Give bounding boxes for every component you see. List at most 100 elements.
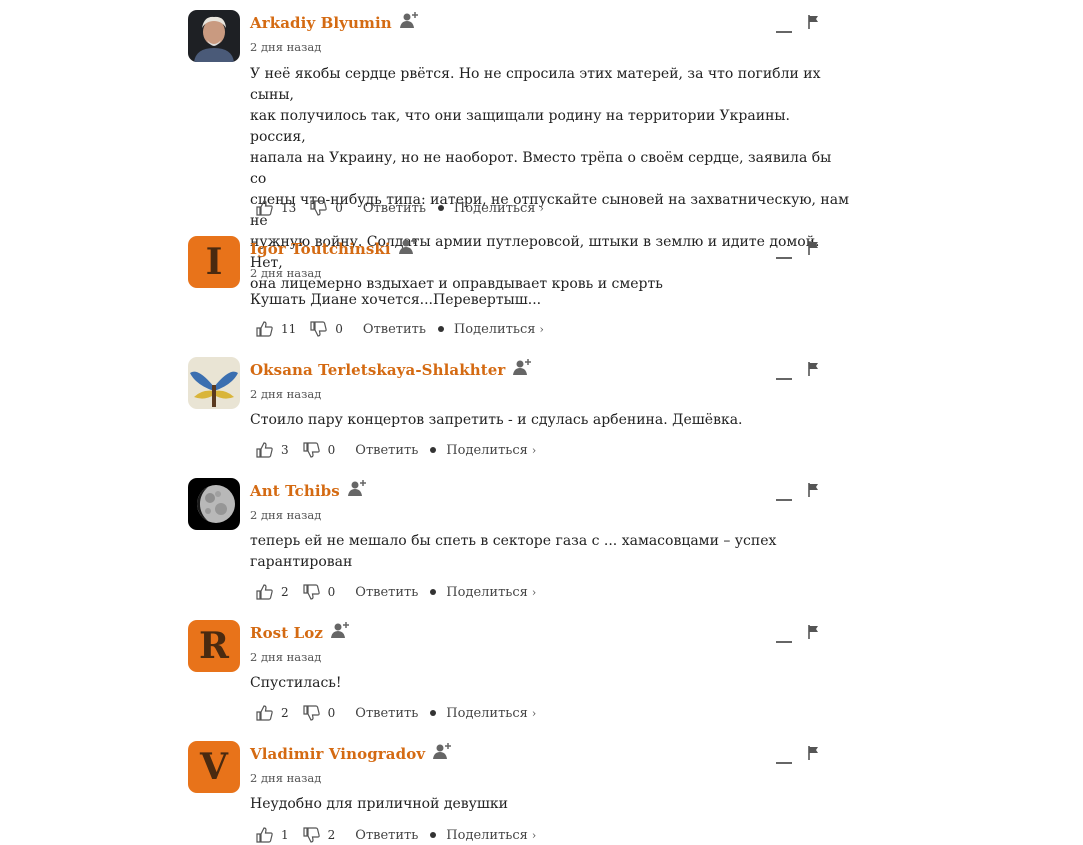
- author-name[interactable]: Vladimir Vinogradov: [250, 745, 425, 763]
- dislike-count: 0: [335, 201, 343, 215]
- author-name[interactable]: Ant Tchibs: [250, 482, 340, 500]
- share-button[interactable]: Поделиться: [446, 706, 528, 721]
- separator-dot: [430, 447, 437, 453]
- reply-button[interactable]: Ответить: [355, 828, 418, 843]
- like-count: 11: [281, 322, 297, 336]
- separator-dot: [430, 710, 437, 716]
- add-user-icon[interactable]: [433, 742, 453, 760]
- flag-icon[interactable]: [808, 241, 820, 255]
- comment-text: У неё якобы сердце рвётся. Но не спросил…: [250, 66, 849, 292]
- thumbs-down-icon[interactable]: [303, 441, 321, 459]
- dislike-count: 0: [327, 706, 336, 720]
- thumbs-up-icon[interactable]: [256, 320, 274, 338]
- reply-button[interactable]: Ответить: [363, 322, 426, 337]
- chevron-right-icon: ›: [531, 828, 537, 842]
- flag-icon[interactable]: [808, 483, 820, 497]
- minus-icon: [776, 378, 792, 380]
- reply-button[interactable]: Ответить: [355, 706, 418, 721]
- comment-actions: 13 0 Ответить Поделиться ›: [256, 198, 544, 218]
- add-user-icon[interactable]: [330, 621, 351, 639]
- author-name[interactable]: Igor Toutchinski: [250, 240, 391, 258]
- collapse-button[interactable]: [772, 22, 796, 42]
- dislike-count: 0: [327, 585, 336, 599]
- like-count: 2: [281, 706, 289, 720]
- avatar[interactable]: R: [188, 620, 240, 672]
- flag-icon[interactable]: [808, 362, 820, 376]
- avatar-photo-wings: [188, 357, 240, 409]
- collapse-button[interactable]: [772, 753, 796, 773]
- collapse-button[interactable]: [772, 369, 796, 389]
- add-user-icon[interactable]: [347, 479, 368, 497]
- comment-date: 2 дня назад: [250, 771, 322, 785]
- comment-date: 2 дня назад: [250, 266, 322, 280]
- share-button[interactable]: Поделиться: [446, 443, 528, 458]
- separator-dot: [437, 326, 444, 332]
- collapse-button[interactable]: [772, 490, 796, 510]
- flag-icon[interactable]: [808, 15, 820, 29]
- like-count: 3: [281, 443, 289, 457]
- comment-text: Спустилась!: [250, 675, 342, 691]
- flag-icon[interactable]: [808, 746, 820, 760]
- thumbs-up-icon[interactable]: [256, 704, 274, 722]
- chevron-right-icon: ›: [531, 585, 537, 599]
- reply-button[interactable]: Ответить: [355, 443, 418, 458]
- comment-date: 2 дня назад: [250, 508, 322, 522]
- avatar-photo-moon: [188, 478, 240, 530]
- minus-icon: [776, 31, 792, 33]
- comment-date: 2 дня назад: [250, 40, 322, 54]
- chevron-right-icon: ›: [539, 322, 544, 336]
- share-button[interactable]: Поделиться: [454, 322, 536, 337]
- thumbs-up-icon[interactable]: [256, 441, 274, 459]
- minus-icon: [776, 499, 792, 501]
- comment-text: Неудобно для приличной девушки: [250, 796, 508, 812]
- avatar-photo-man: [188, 10, 240, 62]
- avatar[interactable]: [188, 10, 240, 62]
- dislike-count: 0: [327, 443, 336, 457]
- comment-actions: 2 0 Ответить Поделиться ›: [256, 582, 536, 602]
- flag-icon[interactable]: [808, 625, 820, 639]
- avatar[interactable]: V: [188, 741, 240, 793]
- author-name[interactable]: Rost Loz: [250, 624, 323, 642]
- thumbs-up-icon[interactable]: [256, 826, 274, 844]
- like-count: 1: [281, 828, 289, 842]
- comment-text: Стоило пару концертов запретить - и сдул…: [250, 412, 743, 428]
- separator-dot: [437, 205, 444, 211]
- chevron-right-icon: ›: [531, 443, 537, 457]
- chevron-right-icon: ›: [531, 706, 537, 720]
- dislike-count: 2: [327, 828, 336, 842]
- thumbs-down-icon[interactable]: [303, 826, 321, 844]
- share-button[interactable]: Поделиться: [446, 585, 528, 600]
- thumbs-down-icon[interactable]: [303, 704, 321, 722]
- thumbs-up-icon[interactable]: [256, 199, 274, 217]
- minus-icon: [776, 641, 792, 643]
- comment-actions: 11 0 Ответить Поделиться ›: [256, 319, 544, 339]
- comment-date: 2 дня назад: [250, 650, 322, 664]
- comment-thread: Arkadiy Blyumin 2 дня назад У неё якобы …: [0, 0, 1083, 843]
- comment-actions: 3 0 Ответить Поделиться ›: [256, 440, 536, 460]
- comment-date: 2 дня назад: [250, 387, 322, 401]
- collapse-button[interactable]: [772, 632, 796, 652]
- thumbs-down-icon[interactable]: [310, 199, 328, 217]
- author-name[interactable]: Oksana Terletskaya-Shlakhter: [250, 361, 505, 379]
- comment-actions: 1 2 Ответить Поделиться ›: [256, 825, 536, 845]
- chevron-right-icon: ›: [539, 201, 544, 215]
- thumbs-up-icon[interactable]: [256, 583, 274, 601]
- share-button[interactable]: Поделиться: [454, 201, 536, 216]
- author-name[interactable]: Arkadiy Blyumin: [250, 14, 392, 32]
- add-user-icon[interactable]: [398, 237, 419, 255]
- share-button[interactable]: Поделиться: [446, 828, 528, 843]
- minus-icon: [776, 257, 792, 259]
- avatar[interactable]: [188, 478, 240, 530]
- avatar[interactable]: [188, 357, 240, 409]
- separator-dot: [430, 589, 437, 595]
- add-user-icon[interactable]: [399, 11, 420, 29]
- like-count: 2: [281, 585, 289, 599]
- avatar[interactable]: I: [188, 236, 240, 288]
- collapse-button[interactable]: [772, 248, 796, 268]
- dislike-count: 0: [335, 322, 343, 336]
- reply-button[interactable]: Ответить: [355, 585, 418, 600]
- add-user-icon[interactable]: [513, 358, 533, 376]
- thumbs-down-icon[interactable]: [303, 583, 321, 601]
- thumbs-down-icon[interactable]: [310, 320, 328, 338]
- reply-button[interactable]: Ответить: [363, 201, 426, 216]
